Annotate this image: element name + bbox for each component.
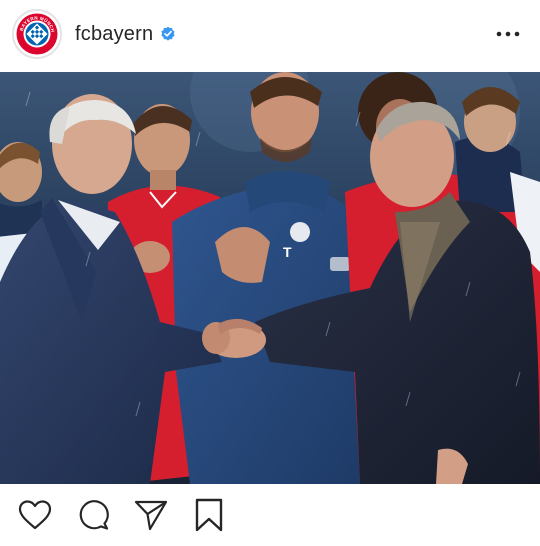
share-button[interactable]	[134, 498, 168, 532]
username[interactable]: fcbayern	[75, 23, 153, 46]
verified-badge-icon	[161, 26, 175, 41]
fc-bayern-logo-icon: FC BAYERN MÜNCHEN	[16, 13, 58, 55]
post-header: FC BAYERN MÜNCHEN fcbayern	[0, 0, 540, 68]
handshake-photo: T	[0, 72, 540, 484]
post-actions	[0, 484, 540, 546]
bookmark-icon	[195, 498, 223, 532]
share-icon	[134, 500, 168, 531]
comment-button[interactable]	[76, 498, 110, 532]
svg-text:T: T	[283, 244, 292, 260]
like-button[interactable]	[18, 498, 52, 532]
more-options-icon	[496, 31, 520, 37]
more-options-button[interactable]	[494, 22, 522, 46]
post-photo[interactable]: T	[0, 72, 540, 484]
avatar[interactable]: FC BAYERN MÜNCHEN	[12, 9, 62, 59]
save-button[interactable]	[192, 498, 226, 532]
heart-icon	[18, 500, 52, 530]
comment-icon	[79, 500, 109, 530]
